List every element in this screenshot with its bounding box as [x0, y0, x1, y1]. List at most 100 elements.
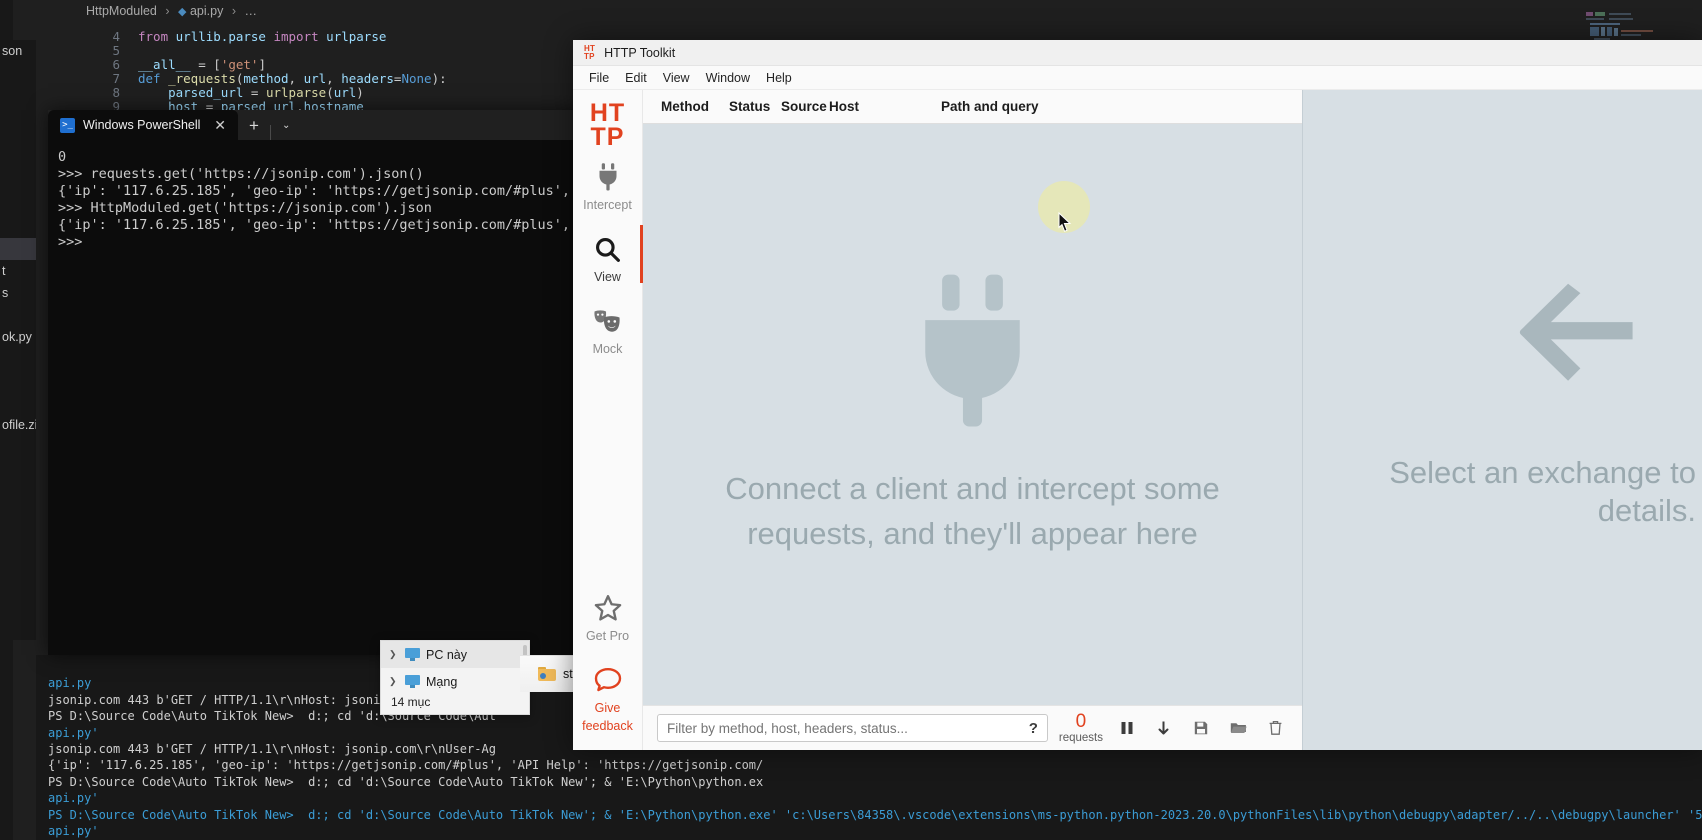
explorer-tree-item-network[interactable]: ❯ Mạng [381, 668, 529, 695]
new-tab-icon[interactable]: + [238, 112, 270, 140]
column-header-path-and-query[interactable]: Path and query [941, 99, 1039, 114]
vscode-explorer-panel[interactable]: son t s ok.py ofile.zip [0, 40, 36, 640]
menu-bar[interactable]: File Edit View Window Help [573, 66, 1702, 90]
http-toolkit-body: HT TP Intercept View Mock Get Pro Give f… [573, 90, 1702, 750]
request-count-label: requests [1058, 731, 1103, 744]
explorer-item[interactable] [0, 106, 36, 128]
http-toolkit-window[interactable]: HT TP HTTP Toolkit File Edit View Window … [573, 40, 1702, 750]
request-table-header: Method Status Source Host Path and query [643, 90, 1302, 124]
request-count-value: 0 [1075, 710, 1087, 732]
menu-item-help[interactable]: Help [758, 69, 800, 87]
explorer-tree-item-pc[interactable]: ❯ PC này [381, 641, 529, 668]
search-input[interactable] [667, 720, 1023, 736]
save-button[interactable] [1188, 715, 1214, 741]
terminal-line: PS D:\Source Code\Auto TikTok New> d:; c… [48, 807, 1702, 822]
open-button[interactable] [1225, 715, 1251, 741]
explorer-item[interactable] [0, 172, 36, 194]
explorer-item[interactable] [0, 216, 36, 238]
empty-state: Connect a client and intercept some requ… [643, 124, 1302, 705]
terminal-line: jsonip.com 443 b'GET / HTTP/1.1\r\nHost:… [48, 742, 496, 757]
arrow-left-icon [1510, 277, 1702, 392]
terminal-line: {'ip': '117.6.25.185', 'geo-ip': 'https:… [48, 758, 764, 773]
powershell-tab-title: Windows PowerShell [83, 118, 201, 132]
powershell-tab[interactable]: >_ Windows PowerShell ✕ [48, 110, 238, 140]
sidebar-item-view[interactable]: View [573, 221, 644, 293]
request-counter: 0 requests [1059, 712, 1103, 745]
sidebar-item-give-feedback[interactable]: Give feedback [573, 652, 643, 742]
network-icon [405, 675, 420, 688]
explorer-item[interactable]: s [0, 282, 36, 304]
explorer-item[interactable]: ok.py [0, 326, 36, 348]
close-icon[interactable]: ✕ [210, 118, 230, 132]
footer-toolbar: ? 0 requests [643, 705, 1302, 750]
filter-input-wrapper[interactable]: ? [657, 714, 1048, 742]
folder-icon [538, 667, 556, 681]
explorer-item[interactable] [0, 150, 36, 172]
plug-icon [905, 273, 1040, 433]
powershell-window[interactable]: >_ Windows PowerShell ✕ + ⌄ 0 >>> reques… [48, 110, 648, 655]
explorer-tree-label: Mạng [426, 674, 458, 689]
explorer-item[interactable]: son [0, 40, 36, 62]
http-toolkit-titlebar[interactable]: HT TP HTTP Toolkit [573, 40, 1702, 66]
chevron-right-icon-2[interactable]: ❯ [389, 676, 399, 687]
sidebar-item-label: View [594, 270, 621, 284]
scroll-bottom-button[interactable] [1151, 715, 1177, 741]
explorer-tree-label: PC này [426, 647, 467, 662]
explorer-item[interactable] [0, 392, 36, 414]
menu-item-file[interactable]: File [581, 69, 617, 87]
ps-line: {'ip': '117.6.25.185', 'geo-ip': 'https:… [58, 183, 595, 199]
sidebar-item-label: Get Pro [585, 629, 630, 643]
line-number: 5 [112, 43, 120, 58]
explorer-item[interactable] [0, 370, 36, 392]
explorer-item[interactable]: ofile.zip [0, 414, 36, 436]
column-header-method[interactable]: Method [661, 99, 729, 114]
help-icon[interactable]: ? [1023, 720, 1038, 737]
masks-icon [591, 304, 625, 338]
menu-item-edit[interactable]: Edit [617, 69, 655, 87]
powershell-icon: >_ [60, 117, 75, 133]
terminal-line: PS D:\Source Code\Auto TikTok New> d:; c… [48, 774, 764, 789]
line-number: 6 [112, 57, 120, 72]
line-number: 7 [112, 71, 120, 86]
ps-line: >>> HttpModuled.get('https://jsonip.com'… [58, 200, 432, 216]
search-icon [591, 232, 625, 266]
clear-button[interactable] [1262, 715, 1288, 741]
ps-line: {'ip': '117.6.25.185', 'geo-ip': 'https:… [58, 217, 595, 233]
sidebar-item-mock[interactable]: Mock [573, 293, 643, 365]
column-header-source[interactable]: Source [781, 99, 829, 114]
sidebar-item-label-line2: feedback [582, 719, 633, 733]
file-explorer-popup[interactable]: ❯ PC này ❯ Mạng 14 mục [380, 640, 530, 715]
explorer-item[interactable]: t [0, 260, 36, 282]
sidebar[interactable]: HT TP Intercept View Mock Get Pro Give f… [573, 90, 644, 750]
powershell-output[interactable]: 0 >>> requests.get('https://jsonip.com')… [48, 140, 648, 260]
explorer-item[interactable] [0, 128, 36, 150]
sidebar-item-get-pro[interactable]: Get Pro [573, 580, 643, 652]
chevron-down-icon[interactable]: ⌄ [271, 112, 301, 140]
explorer-item[interactable] [0, 304, 36, 326]
sidebar-bottom-group: Get Pro Give feedback [573, 580, 643, 750]
detail-pane: Select an exchange to details. [1302, 90, 1702, 750]
sidebar-item-intercept[interactable]: Intercept [573, 149, 643, 221]
window-title: HTTP Toolkit [604, 45, 676, 60]
column-header-status[interactable]: Status [729, 99, 781, 114]
line-number: 4 [112, 29, 120, 44]
explorer-item-selected[interactable] [0, 238, 36, 260]
menu-item-window[interactable]: Window [698, 69, 758, 87]
explorer-item[interactable] [0, 348, 36, 370]
explorer-item[interactable] [0, 194, 36, 216]
chevron-right-icon[interactable]: ❯ [389, 649, 399, 660]
powershell-tab-bar[interactable]: >_ Windows PowerShell ✕ + ⌄ [48, 110, 648, 140]
menu-item-view[interactable]: View [655, 69, 698, 87]
ps-line: 0 [58, 149, 67, 165]
column-header-host[interactable]: Host [829, 99, 941, 114]
explorer-item-count: 14 mục [391, 695, 431, 709]
pause-button[interactable] [1114, 715, 1140, 741]
terminal-line: api.py' [48, 824, 99, 839]
http-toolkit-logo: HT TP [590, 101, 625, 150]
explorer-item[interactable] [0, 62, 36, 84]
star-icon [591, 591, 625, 625]
sidebar-item-label-line1: Give [594, 701, 621, 715]
ps-line: >>> requests.get('https://jsonip.com').j… [58, 166, 424, 182]
explorer-item[interactable] [0, 84, 36, 106]
terminal-line: api.py' [48, 725, 99, 740]
